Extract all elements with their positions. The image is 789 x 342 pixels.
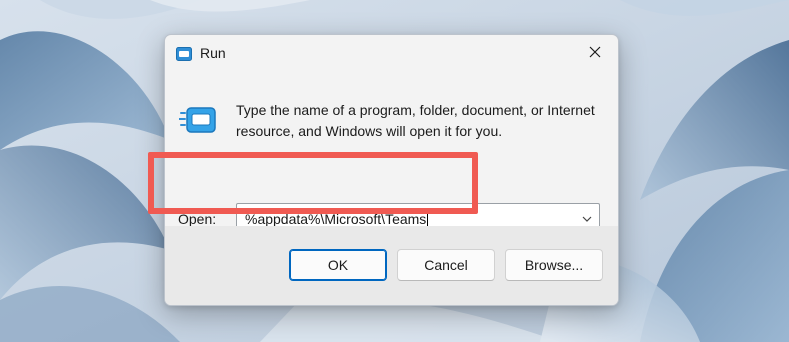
window-title: Run [200, 45, 226, 61]
dialog-footer: OK Cancel Browse... [165, 226, 618, 305]
run-app-icon [176, 47, 192, 61]
text-caret [427, 210, 429, 227]
cancel-button[interactable]: Cancel [397, 249, 495, 281]
close-button[interactable] [572, 35, 618, 73]
chevron-down-icon[interactable] [581, 212, 593, 224]
open-input-text: %appdata%\Microsoft\Teams [245, 211, 427, 227]
dialog-description: Type the name of a program, folder, docu… [236, 102, 595, 139]
ok-button[interactable]: OK [289, 249, 387, 281]
open-input[interactable]: %appdata%\Microsoft\Teams [245, 210, 429, 227]
close-icon [589, 45, 601, 63]
dialog-body: Type the name of a program, folder, docu… [165, 73, 618, 232]
title-bar[interactable]: Run [165, 35, 618, 73]
run-dialog: Run Type the name of a program, folder, … [164, 34, 619, 306]
run-program-icon [178, 105, 217, 139]
browse-button[interactable]: Browse... [505, 249, 603, 281]
open-label: Open: [178, 211, 217, 227]
